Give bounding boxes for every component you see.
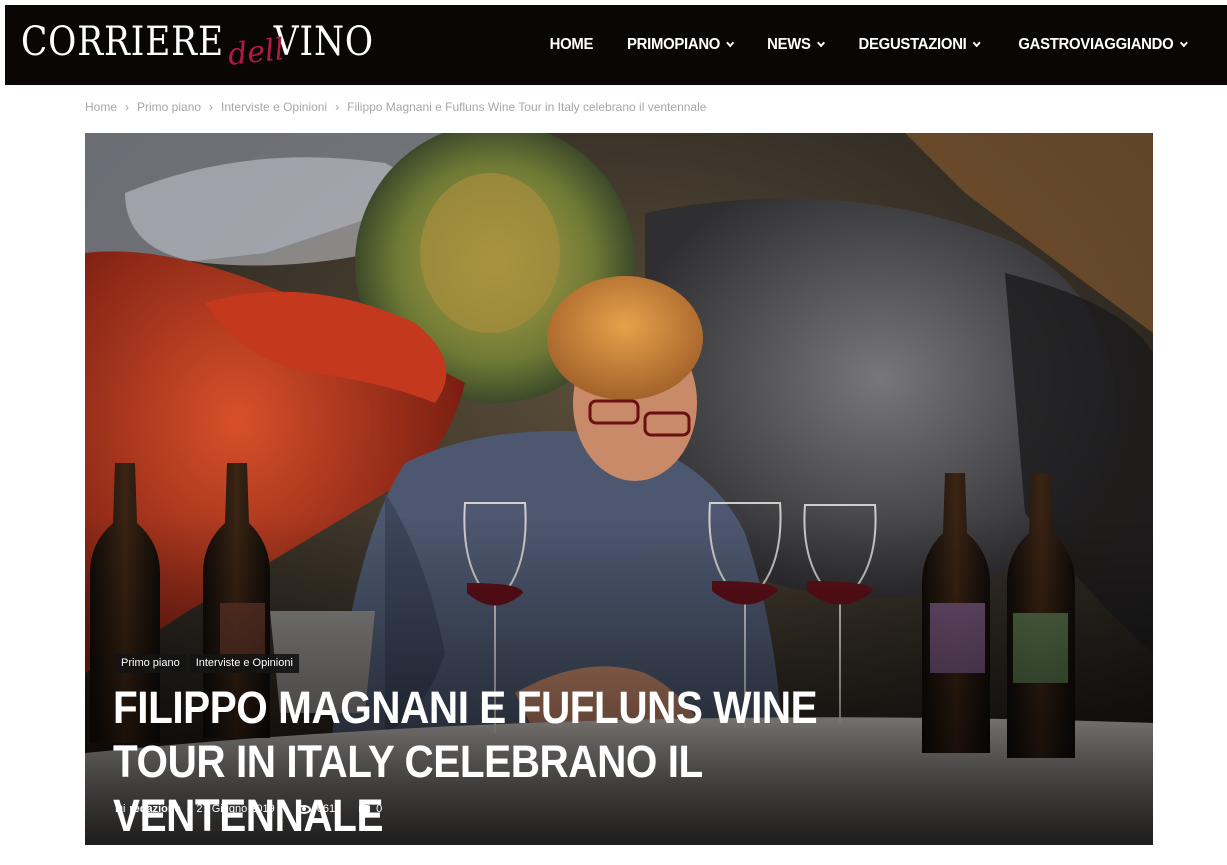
breadcrumb-interviste[interactable]: Interviste e Opinioni (221, 100, 327, 114)
views-count: 661 (296, 803, 336, 815)
category-tags: Primo piano Interviste e Opinioni (115, 654, 299, 673)
nav-label: DEGUSTAZIONI (858, 36, 967, 53)
logo-wordmark: CORRIERE VINO (21, 19, 374, 65)
chevron-down-icon (726, 38, 735, 48)
nav-item-news[interactable]: NEWS (754, 5, 837, 85)
chevron-down-icon (817, 38, 826, 48)
meta-separator: - (186, 803, 191, 815)
chevron-down-icon (1179, 38, 1188, 48)
nav-item-primopiano[interactable]: PRIMOPIANO (614, 5, 746, 85)
logo-script: dell (226, 32, 286, 73)
author-link[interactable]: redazione (129, 803, 180, 815)
comments-count[interactable]: 0 (359, 803, 383, 816)
chevron-right-icon: › (335, 100, 340, 114)
nav-label: NEWS (767, 36, 811, 53)
site-header: CORRIERE VINO dell HOME PRIMOPIANO NEWS D… (5, 5, 1227, 85)
publish-date: 27 Giugno 2019 (196, 803, 275, 815)
breadcrumb: Home › Primo piano › Interviste e Opinioni › F… (85, 100, 706, 114)
hero-image: Primo piano Interviste e Opinioni Filipp… (85, 133, 1153, 845)
chevron-right-icon: › (209, 100, 214, 114)
article-title: Filippo Magnani e Fufluns Wine Tour in I… (113, 682, 818, 841)
chevron-right-icon: › (125, 100, 130, 114)
nav-item-gastroviaggiando[interactable]: GASTROVIAGGIANDO (1006, 5, 1200, 85)
nav-label: GASTROVIAGGIANDO (1018, 36, 1174, 53)
breadcrumb-primo-piano[interactable]: Primo piano (137, 100, 201, 114)
site-logo[interactable]: CORRIERE VINO dell (21, 13, 381, 79)
breadcrumb-current: Filippo Magnani e Fufluns Wine Tour in I… (347, 100, 707, 114)
chevron-down-icon (972, 38, 981, 48)
eye-icon (296, 804, 311, 814)
author-prefix: Di (115, 803, 126, 815)
comments-value: 0 (376, 803, 383, 815)
nav-label: HOME (550, 36, 594, 53)
article-meta: Di redazione - 27 Giugno 2019 661 0 (115, 803, 383, 816)
breadcrumb-home[interactable]: Home (85, 100, 117, 114)
nav-label: PRIMOPIANO (627, 36, 721, 53)
comment-icon (359, 805, 371, 816)
nav-item-degustazioni[interactable]: DEGUSTAZIONI (846, 5, 993, 85)
nav-item-home[interactable]: HOME (537, 5, 607, 85)
main-nav: HOME PRIMOPIANO NEWS DEGUSTAZIONI GASTRO… (534, 5, 1207, 85)
category-tag-primo-piano[interactable]: Primo piano (115, 654, 186, 673)
category-tag-interviste[interactable]: Interviste e Opinioni (189, 654, 299, 673)
views-value: 661 (316, 803, 336, 815)
